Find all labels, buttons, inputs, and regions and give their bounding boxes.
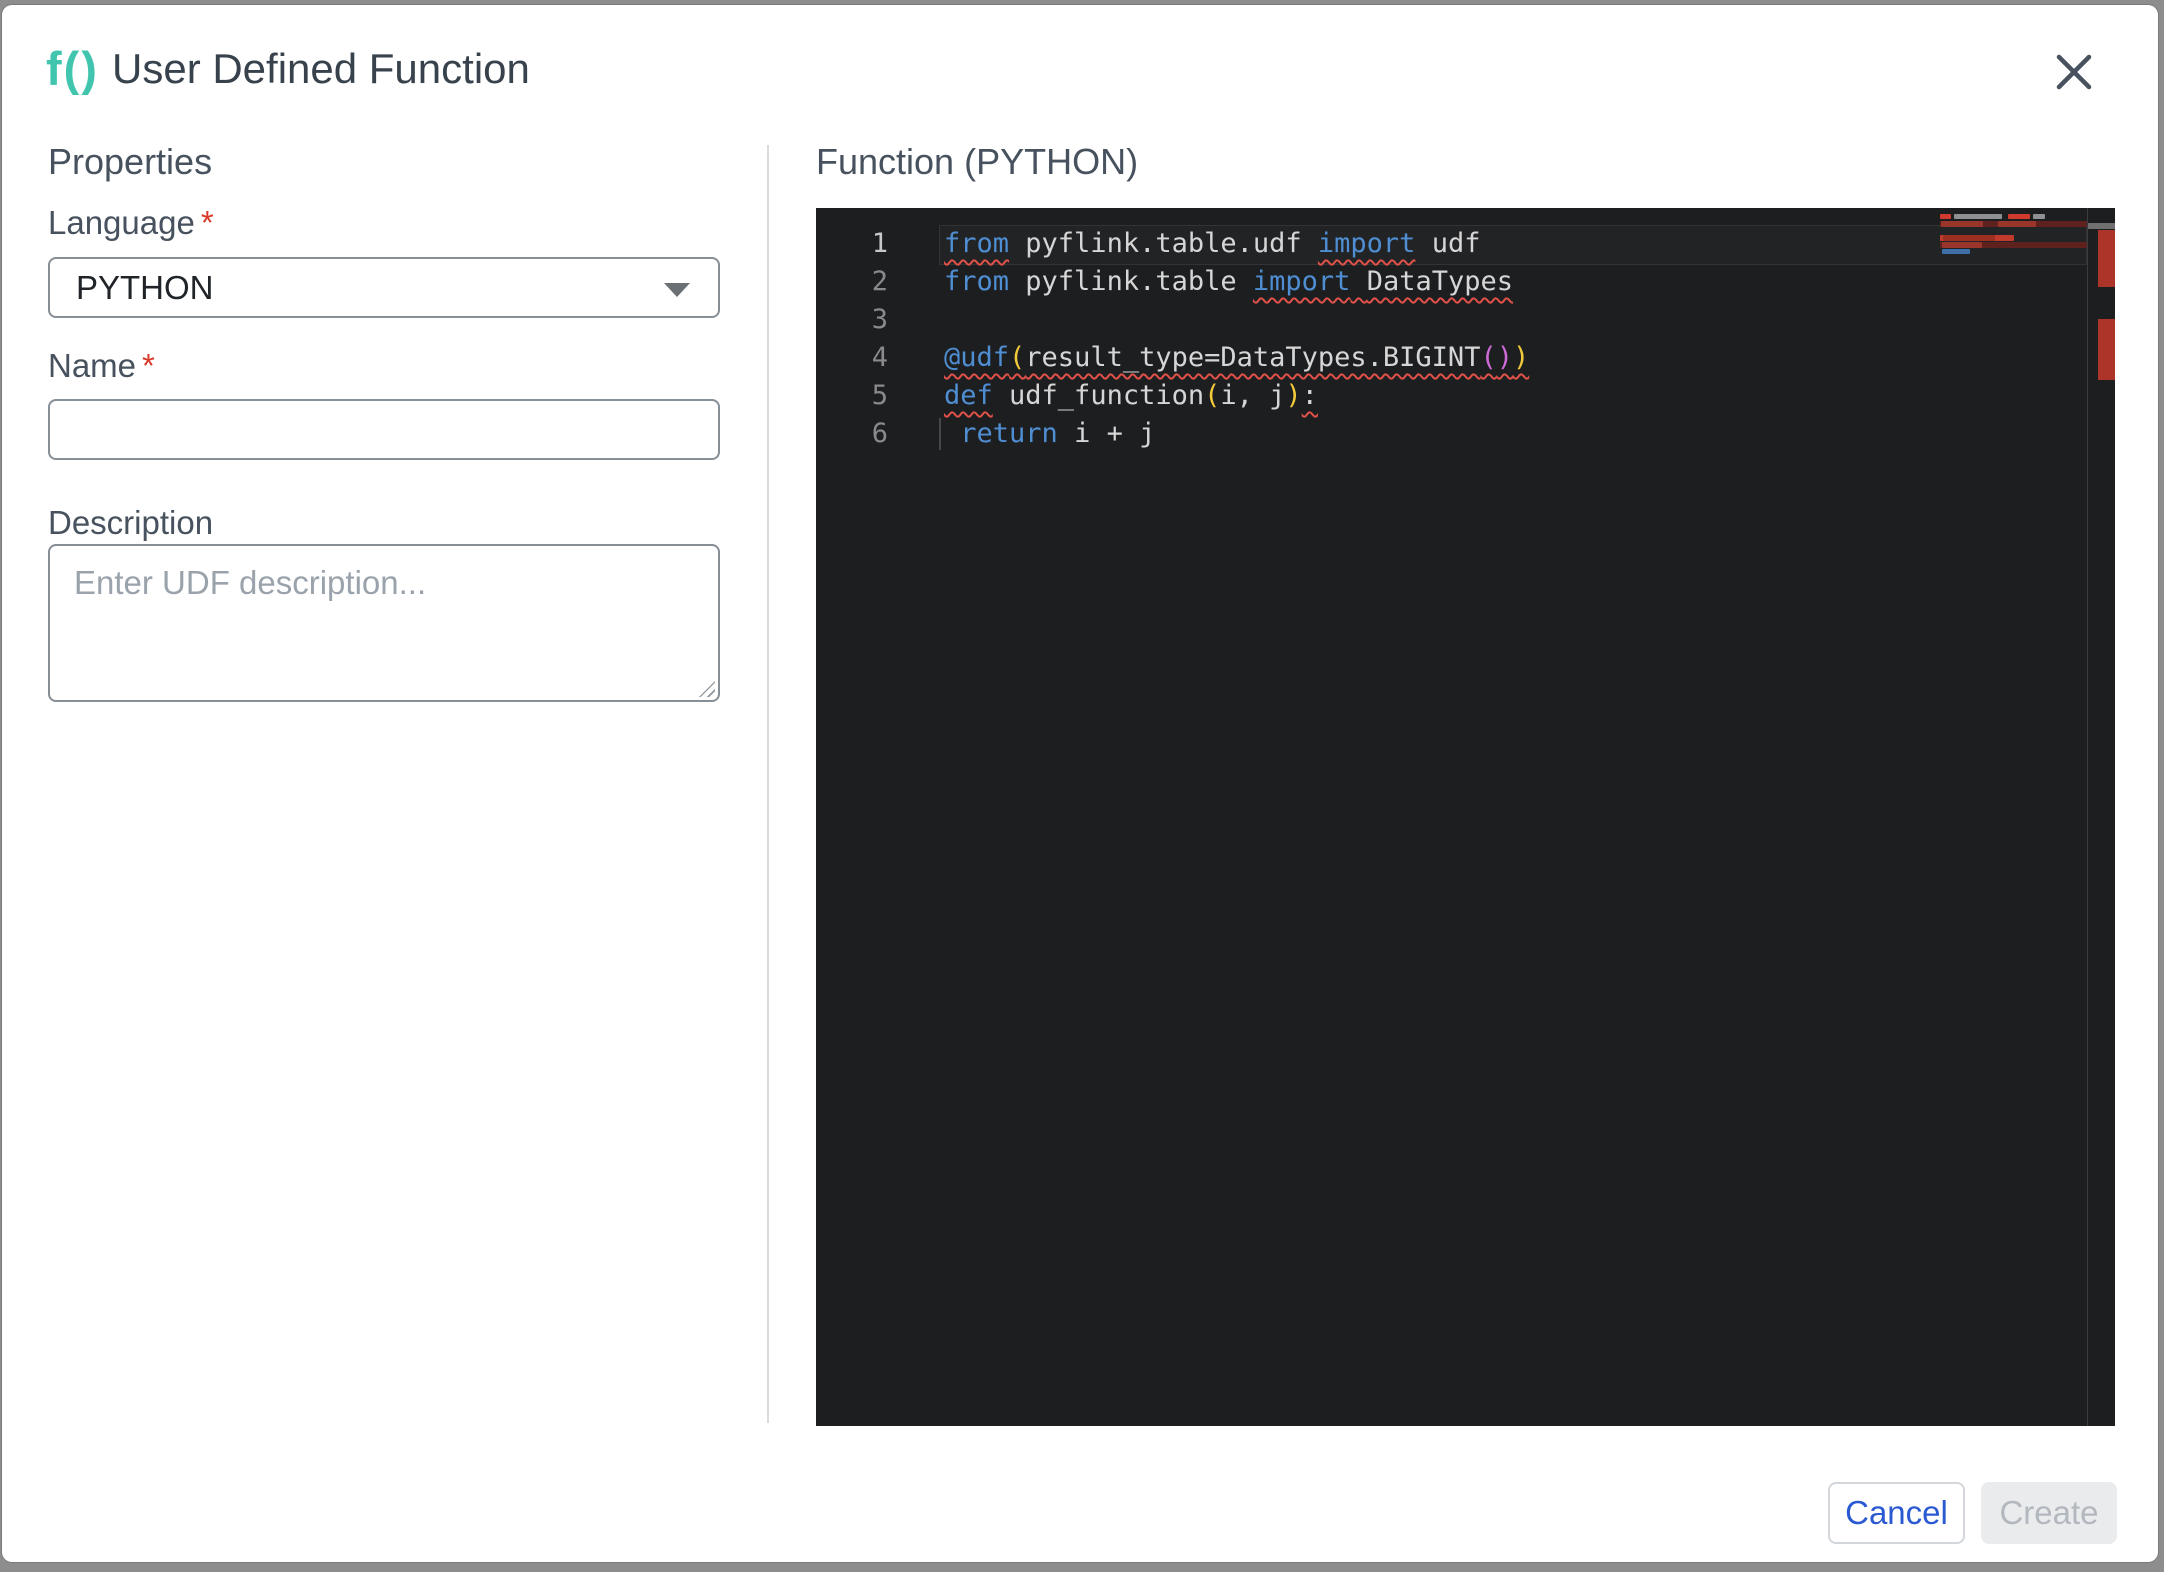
minimap-text-chip — [1942, 242, 1982, 248]
udf-dialog: f() User Defined Function Properties Lan… — [2, 5, 2158, 1562]
code-token: ) — [1512, 342, 1530, 373]
code-token: udf — [1415, 228, 1481, 259]
close-icon — [2056, 54, 2092, 89]
code-token: def — [944, 380, 993, 411]
required-asterisk: * — [200, 204, 214, 241]
minimap-row — [1940, 235, 2087, 241]
minimap-text-chip — [1942, 249, 1970, 254]
line-number: 4 — [871, 342, 888, 373]
code-token: ( — [1204, 380, 1221, 411]
code-token: DataTypes — [1366, 266, 1513, 297]
minimap-row — [1940, 242, 2087, 248]
function-fx-icon: f() — [46, 42, 99, 95]
line-number: 5 — [871, 380, 888, 411]
code-line[interactable]: 5 def udf_function(i, j): — [816, 377, 2115, 415]
error-marker — [2098, 230, 2115, 287]
code-token: udf_function — [992, 380, 1205, 411]
description-textarea[interactable] — [48, 544, 720, 702]
overview-ruler — [2088, 208, 2115, 1426]
code-line[interactable]: 6 return i + j — [816, 415, 2115, 453]
description-field — [48, 544, 720, 702]
minimap-text-chip — [1954, 214, 2002, 219]
code-line[interactable]: 2 from pyflink.table import DataTypes — [816, 263, 2115, 301]
name-input[interactable] — [48, 399, 720, 460]
code-line[interactable]: 3 — [816, 301, 2115, 339]
dialog-title: User Defined Function — [112, 45, 530, 92]
code-editor[interactable]: 1 from pyflink.table.udf import udf 2 from … — [816, 208, 2115, 1426]
panel-divider — [767, 145, 769, 1423]
code-token: import — [1252, 266, 1351, 297]
code-token: ( — [1009, 342, 1026, 373]
code-token: pyflink.table.udf — [1009, 228, 1318, 259]
code-text: def udf_function(i, j): — [944, 377, 1318, 415]
page-backdrop: f() User Defined Function Properties Lan… — [0, 0, 2164, 1572]
minimap-row — [1940, 221, 2087, 227]
function-heading: Function (PYTHON) — [816, 141, 1139, 182]
minimap-text-chip — [1943, 235, 1995, 241]
minimap[interactable] — [1940, 214, 2087, 260]
minimap-error-chip — [1940, 214, 1951, 219]
language-label: Language * — [48, 204, 214, 242]
code-lines: 1 from pyflink.table.udf import udf 2 from … — [816, 225, 2115, 453]
code-token: pyflink.table — [1009, 266, 1253, 297]
code-text: from pyflink.table import DataTypes — [944, 263, 1513, 301]
cancel-button[interactable]: Cancel — [1828, 1482, 1965, 1544]
properties-heading: Properties — [48, 141, 213, 182]
language-select[interactable]: PYTHON — [48, 257, 720, 318]
code-token: @udf — [944, 342, 1010, 373]
name-label: Name * — [48, 347, 155, 385]
language-label-text: Language — [48, 204, 195, 241]
line-number: 1 — [871, 228, 888, 259]
code-token: from — [944, 228, 1010, 259]
code-token: import — [1317, 228, 1416, 259]
code-text: return i + j — [938, 415, 1156, 453]
description-label: Description — [48, 504, 214, 541]
line-number: 2 — [871, 266, 888, 297]
code-token: : — [1301, 380, 1318, 411]
code-token: ( — [1480, 342, 1497, 373]
code-token: result_type=DataTypes.BIGINT — [1025, 342, 1481, 373]
close-button[interactable] — [2046, 45, 2102, 101]
code-text: from pyflink.table.udf import udf — [944, 225, 1480, 263]
language-select-value: PYTHON — [76, 268, 214, 306]
minimap-row — [1940, 214, 2087, 219]
code-token: ) — [1285, 380, 1302, 411]
code-token: return — [960, 418, 1058, 449]
minimap-text-chip — [2033, 214, 2045, 219]
line-number: 3 — [871, 304, 888, 335]
code-text: @udf(result_type=DataTypes.BIGINT()) — [944, 339, 1529, 377]
code-token: from — [944, 266, 1010, 297]
code-line[interactable]: 4 @udf(result_type=DataTypes.BIGINT()) — [816, 339, 2115, 377]
code-token: ) — [1496, 342, 1513, 373]
name-label-text: Name — [48, 347, 137, 384]
minimap-error-chip — [2008, 214, 2030, 219]
line-number: 6 — [871, 418, 888, 449]
code-token: i, j — [1220, 380, 1286, 411]
required-asterisk: * — [142, 347, 155, 384]
scrollbar-slider[interactable] — [2088, 223, 2115, 229]
code-token: i + j — [1057, 418, 1156, 449]
code-line[interactable]: 1 from pyflink.table.udf import udf — [816, 225, 2115, 265]
minimap-text-chip — [1998, 221, 2036, 227]
minimap-row — [1940, 249, 2087, 254]
error-marker — [2098, 319, 2115, 380]
create-button[interactable]: Create — [1981, 1482, 2117, 1544]
minimap-text-chip — [1941, 221, 1983, 227]
chevron-down-icon — [664, 283, 690, 297]
